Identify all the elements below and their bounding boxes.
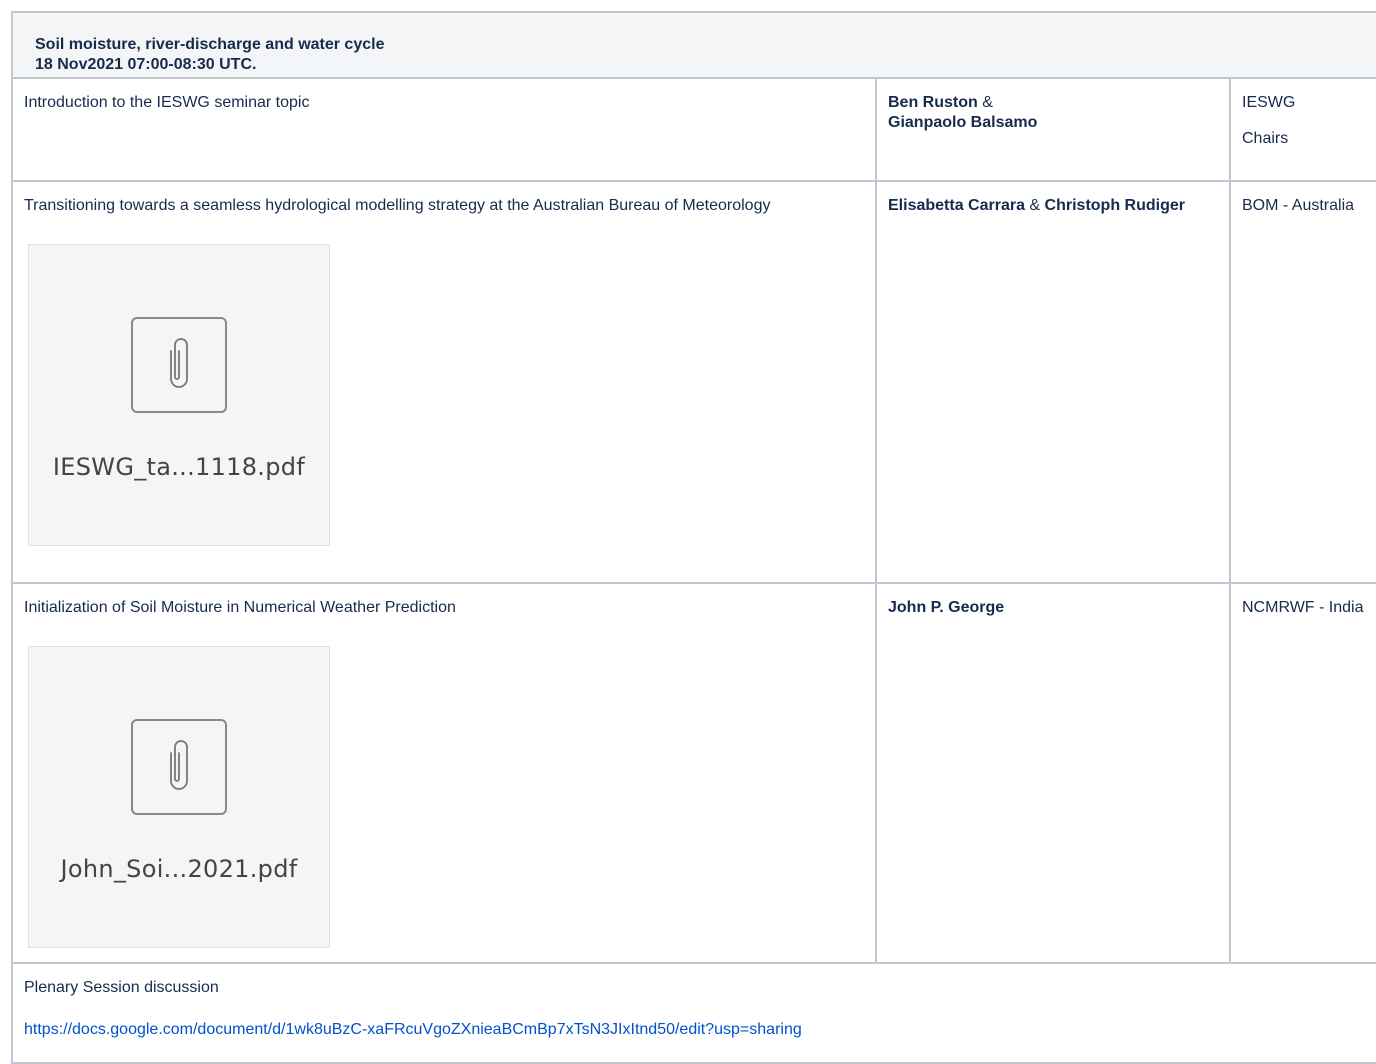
speaker-cell: Elisabetta Carrara & Christoph Rudiger xyxy=(875,180,1231,584)
organization-text: NCMRWF - India xyxy=(1242,599,1364,616)
speaker-name: Ben Ruston xyxy=(888,94,978,111)
topic-text: Introduction to the IESWG seminar topic xyxy=(24,94,310,111)
table-row: Initialization of Soil Moisture in Numer… xyxy=(11,582,1376,964)
speaker-name: Elisabetta Carrara xyxy=(888,197,1025,214)
attachment-filename: IESWG_ta...1118.pdf xyxy=(52,453,306,481)
topic-cell: Initialization of Soil Moisture in Numer… xyxy=(11,582,877,964)
plenary-text: Plenary Session discussion xyxy=(24,979,219,996)
organization-text: Chairs xyxy=(1242,130,1289,147)
organization-cell: BOM - Australia xyxy=(1228,180,1376,584)
attachment-preview[interactable]: John_Soi...2021.pdf xyxy=(28,646,330,948)
topic-cell: Introduction to the IESWG seminar topic xyxy=(11,77,877,182)
organization-cell: NCMRWF - India xyxy=(1228,582,1376,964)
ampersand: & xyxy=(1029,197,1041,214)
organization-text: BOM - Australia xyxy=(1242,197,1355,214)
speaker-cell: John P. George xyxy=(875,582,1231,964)
ampersand: & xyxy=(982,94,993,111)
paperclip-icon xyxy=(131,317,227,413)
attachment-filename: John_Soi...2021.pdf xyxy=(60,855,298,883)
paperclip-icon xyxy=(131,719,227,815)
attachment-preview[interactable]: IESWG_ta...1118.pdf xyxy=(28,244,330,546)
session-title: Soil moisture, river-discharge and water… xyxy=(35,36,385,53)
topic-cell: Transitioning towards a seamless hydrolo… xyxy=(11,180,877,584)
speaker-cell: Ben Ruston & Gianpaolo Balsamo xyxy=(875,77,1231,182)
speaker-name: Christoph Rudiger xyxy=(1044,197,1185,214)
organization-text: IESWG xyxy=(1242,94,1296,111)
plenary-cell: Plenary Session discussion https://docs.… xyxy=(10,962,1376,1064)
table-row: Plenary Session discussion https://docs.… xyxy=(10,962,1376,1064)
session-header: Soil moisture, river-discharge and water… xyxy=(10,11,1376,79)
topic-text: Transitioning towards a seamless hydrolo… xyxy=(24,197,771,214)
plenary-document-link[interactable]: https://docs.google.com/document/d/1wk8u… xyxy=(24,1020,1376,1040)
speaker-name: Gianpaolo Balsamo xyxy=(888,114,1038,131)
table-row: Transitioning towards a seamless hydrolo… xyxy=(11,180,1376,584)
topic-text: Initialization of Soil Moisture in Numer… xyxy=(24,599,456,616)
header-row: Soil moisture, river-discharge and water… xyxy=(10,11,1376,79)
organization-cell: IESWG Chairs xyxy=(1228,77,1376,182)
session-datetime: 18 Nov2021 07:00-08:30 UTC. xyxy=(35,56,257,73)
speaker-name: John P. George xyxy=(888,599,1005,616)
table-row: Introduction to the IESWG seminar topic … xyxy=(11,77,1376,182)
agenda-table: Soil moisture, river-discharge and water… xyxy=(10,11,1376,1064)
